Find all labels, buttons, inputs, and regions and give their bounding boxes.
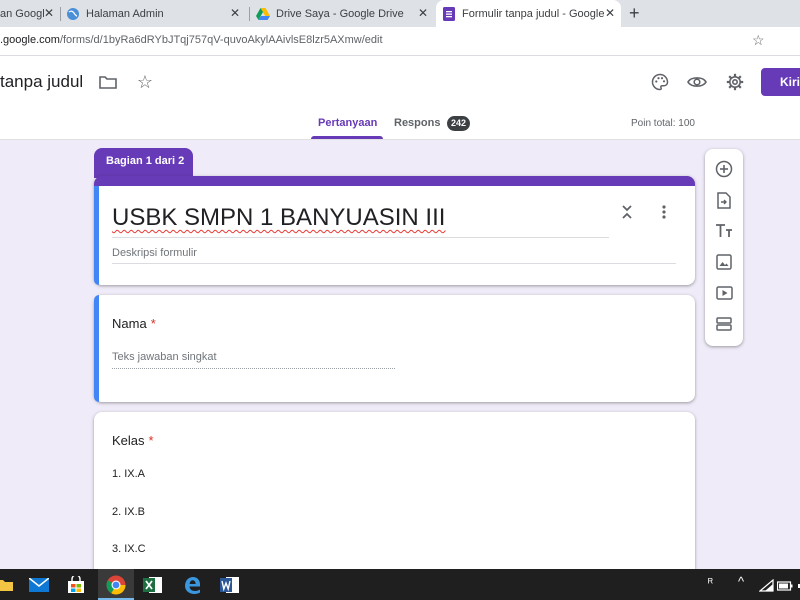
tab-questions[interactable]: Pertanyaan: [318, 117, 377, 129]
chevron-up-icon[interactable]: ^: [738, 574, 744, 589]
add-title-text-icon[interactable]: [714, 221, 734, 241]
form-title[interactable]: USBK SMPN 1 BANYUASIN III: [112, 204, 445, 232]
description-underline: [112, 263, 676, 264]
url-path: /forms/d/1byRa6dRYbJTqj757qV-quvoAkylAAi…: [59, 34, 383, 46]
points-total: Poin total: 100: [631, 118, 695, 129]
form-description-input[interactable]: Deskripsi formulir: [112, 247, 197, 259]
close-icon[interactable]: ✕: [44, 6, 54, 20]
collapse-section-icon[interactable]: [619, 203, 635, 221]
star-icon[interactable]: ☆: [134, 71, 156, 93]
url-text[interactable]: .google.com/forms/d/1byRa6dRYbJTqj757qV-…: [0, 34, 383, 46]
browser-tab-forms[interactable]: Formulir tanpa judul - Google Fo ✕: [436, 0, 621, 27]
question-card-nama[interactable]: Nama * Teks jawaban singkat: [94, 295, 695, 402]
question-label: Nama *: [112, 316, 156, 331]
store-icon[interactable]: [65, 574, 87, 596]
dropdown-option[interactable]: 1. IX.A: [112, 468, 145, 480]
floating-toolbar: [705, 149, 743, 346]
tab-responses[interactable]: Respons: [394, 117, 440, 129]
question-label: Kelas *: [112, 433, 154, 448]
short-answer-hint: Teks jawaban singkat: [112, 351, 217, 363]
add-image-icon[interactable]: [714, 252, 734, 272]
form-title-card[interactable]: USBK SMPN 1 BANYUASIN III Deskripsi form…: [94, 176, 695, 285]
browser-tab-drive[interactable]: Drive Saya - Google Drive ✕: [256, 0, 434, 27]
more-options-icon[interactable]: [656, 203, 672, 221]
tab-title: Halaman Admin: [86, 7, 164, 20]
tab-title: an Googl: [0, 7, 45, 20]
tab-title: Drive Saya - Google Drive: [276, 7, 404, 20]
folder-icon[interactable]: [98, 73, 118, 91]
close-icon[interactable]: ✕: [605, 6, 615, 20]
close-icon[interactable]: ✕: [418, 6, 428, 20]
add-question-icon[interactable]: [714, 159, 734, 179]
question-title: Kelas: [112, 433, 145, 448]
required-asterisk: *: [150, 316, 156, 331]
url-host: .google.com: [0, 34, 60, 46]
tab-separator: [249, 7, 250, 21]
close-icon[interactable]: ✕: [230, 6, 240, 20]
document-title[interactable]: tanpa judul: [0, 72, 83, 92]
active-tab-indicator: [311, 136, 383, 139]
forms-header: tanpa judul ☆ Kirim Pertanyaan Respons 2…: [0, 56, 800, 140]
dropdown-option[interactable]: 2. IX.B: [112, 506, 145, 518]
palette-icon[interactable]: [649, 71, 671, 93]
tab-separator: [60, 7, 61, 21]
answer-line: [112, 368, 395, 369]
word-icon[interactable]: [219, 574, 241, 596]
google-forms-icon: [442, 6, 456, 21]
google-drive-icon: [256, 7, 270, 21]
title-underline: [112, 237, 609, 238]
volume-icon[interactable]: [792, 575, 800, 597]
settings-gear-icon[interactable]: [724, 71, 746, 93]
question-card-kelas[interactable]: Kelas * 1. IX.A 2. IX.B 3. IX.C: [94, 412, 695, 582]
address-bar[interactable]: .google.com/forms/d/1byRa6dRYbJTqj757qV-…: [0, 27, 800, 56]
section-label: Bagian 1 dari 2: [94, 148, 193, 178]
chrome-icon[interactable]: [105, 574, 127, 596]
bookmark-star-icon[interactable]: ☆: [752, 32, 765, 49]
import-questions-icon[interactable]: [714, 190, 734, 210]
preview-eye-icon[interactable]: [686, 71, 708, 93]
dropdown-option[interactable]: 3. IX.C: [112, 543, 146, 555]
browser-tab-google[interactable]: an Googl ✕: [0, 0, 58, 27]
excel-icon[interactable]: [142, 574, 164, 596]
browser-tab-strip: an Googl ✕ Halaman Admin ✕ Drive Saya - …: [0, 0, 800, 27]
file-explorer-icon[interactable]: [0, 574, 16, 596]
send-button[interactable]: Kirim: [761, 68, 800, 96]
required-asterisk: *: [148, 433, 154, 448]
edge-icon[interactable]: [181, 574, 203, 596]
response-count-badge: 242: [447, 116, 471, 131]
new-tab-button[interactable]: +: [629, 3, 640, 23]
add-section-icon[interactable]: [714, 314, 734, 334]
mail-icon[interactable]: [28, 574, 50, 596]
windows-taskbar: ᴿ ^: [0, 569, 800, 600]
add-video-icon[interactable]: [714, 283, 734, 303]
globe-icon: [66, 7, 80, 21]
tab-title: Formulir tanpa judul - Google Fo: [462, 7, 607, 20]
question-title: Nama: [112, 316, 147, 331]
browser-tab-halaman-admin[interactable]: Halaman Admin ✕: [66, 0, 246, 27]
people-icon[interactable]: ᴿ: [708, 577, 713, 589]
